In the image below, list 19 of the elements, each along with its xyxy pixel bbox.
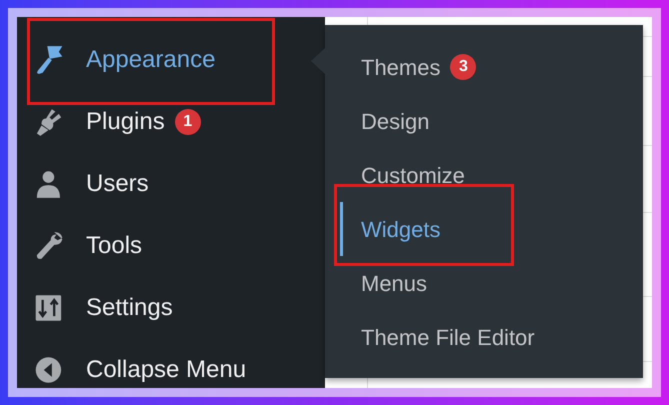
submenu-item[interactable]: Widgets (361, 212, 440, 246)
count-badge: 1 (174, 109, 201, 135)
collapse-icon (34, 355, 64, 385)
menu-item[interactable]: Users (86, 166, 149, 202)
sliders-icon (34, 293, 64, 323)
submenu-item[interactable]: Customize (361, 158, 465, 192)
menu-item[interactable]: Plugins (86, 104, 165, 140)
menu-item[interactable]: Tools (86, 228, 142, 264)
submenu-item[interactable]: Themes (361, 50, 440, 84)
plug-icon (34, 107, 64, 137)
submenu-item[interactable]: Design (361, 104, 430, 138)
wrench-icon (34, 231, 64, 261)
submenu-item[interactable]: Theme File Editor (361, 320, 535, 354)
submenu-item[interactable]: Menus (361, 266, 428, 300)
paintbrush-icon (34, 45, 64, 75)
menu-item[interactable]: Appearance (86, 42, 216, 78)
count-badge: 3 (450, 54, 476, 80)
menu-item[interactable]: Settings (86, 290, 173, 326)
menu-item[interactable]: Collapse Menu (86, 352, 246, 388)
